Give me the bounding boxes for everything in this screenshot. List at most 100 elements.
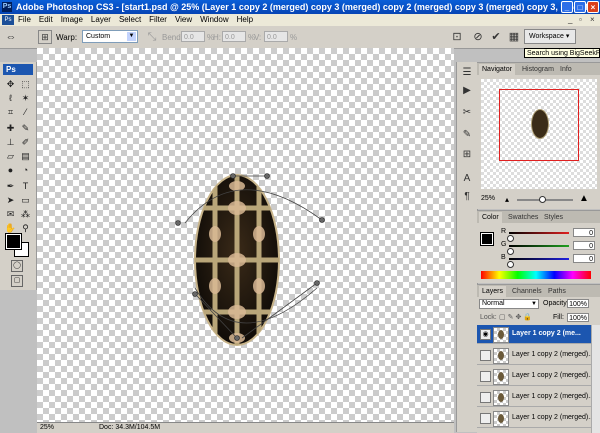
healing-brush-icon[interactable]: ✚ <box>4 122 17 134</box>
visibility-eye-icon[interactable] <box>480 350 491 361</box>
pen-tool-icon[interactable]: ✒ <box>4 180 17 192</box>
bridge-icon[interactable]: ▦ <box>507 30 521 44</box>
marquee-tool-icon[interactable]: ⬚ <box>19 78 32 90</box>
paragraph-icon[interactable]: ¶ <box>460 190 474 204</box>
tab-navigator[interactable]: Navigator <box>479 64 515 75</box>
close-button[interactable]: × <box>587 1 599 13</box>
eyedropper-tool-icon[interactable]: ⁂ <box>19 208 32 220</box>
visibility-eye-icon[interactable]: ◉ <box>480 329 491 340</box>
doc-minimize-icon[interactable]: _ <box>568 15 572 24</box>
tool-presets-icon[interactable]: ✂ <box>460 106 474 120</box>
layer-row[interactable]: ◉ Layer 1 copy 2 (me... <box>477 325 591 344</box>
document-canvas[interactable] <box>37 48 454 422</box>
layer-row[interactable]: Layer 1 copy 2 (merged)... <box>477 388 594 407</box>
opacity-field[interactable]: 100% <box>567 299 589 308</box>
dodge-tool-icon[interactable]: ◔ <box>19 164 32 176</box>
brush-tool-icon[interactable]: ✎ <box>19 122 32 134</box>
color-foreground-swatch[interactable] <box>480 232 494 246</box>
slice-tool-icon[interactable]: ⁄ <box>19 106 32 118</box>
character-icon[interactable]: A <box>460 172 474 186</box>
tab-channels[interactable]: Channels <box>509 286 545 297</box>
visibility-eye-icon[interactable] <box>480 392 491 403</box>
menu-filter[interactable]: Filter <box>149 15 167 24</box>
channel-slider-b[interactable] <box>509 258 569 260</box>
tab-styles[interactable]: Styles <box>541 212 566 223</box>
v-distortion-field[interactable]: 0.0 <box>264 31 288 42</box>
layer-row[interactable]: Layer 1 copy 2 (merged)... <box>477 346 594 365</box>
doc-restore-icon[interactable]: ▫ <box>579 15 582 24</box>
menu-file[interactable]: File <box>18 15 31 24</box>
warp-mode-icon[interactable]: ⊡ <box>450 30 464 44</box>
brushes-icon[interactable]: ✎ <box>460 128 474 142</box>
cancel-transform-icon[interactable]: ⊘ <box>471 30 485 44</box>
blur-tool-icon[interactable]: ● <box>4 164 17 176</box>
channel-value-g[interactable]: 0 <box>573 241 595 250</box>
notes-tool-icon[interactable]: ✉ <box>4 208 17 220</box>
maximize-button[interactable]: □ <box>574 1 586 13</box>
egg-artwork[interactable] <box>194 168 280 348</box>
tab-histogram[interactable]: Histogram <box>519 64 557 75</box>
channel-value-r[interactable]: 0 <box>573 228 595 237</box>
crop-tool-icon[interactable]: ⌗ <box>4 106 17 118</box>
doc-close-icon[interactable]: × <box>590 15 595 24</box>
menu-window[interactable]: Window <box>200 15 228 24</box>
menu-help[interactable]: Help <box>237 15 253 24</box>
menu-layer[interactable]: Layer <box>91 15 111 24</box>
channel-slider-g[interactable] <box>509 245 569 247</box>
navigator-thumbnail[interactable] <box>481 79 597 189</box>
history-brush-icon[interactable]: ✐ <box>19 136 32 148</box>
zoom-in-icon[interactable]: ▲ <box>579 193 589 204</box>
warp-orientation-icon[interactable]: ⤡ <box>145 30 159 44</box>
workspace-button[interactable]: Workspace ▾ <box>524 29 576 44</box>
clone-stamp-icon[interactable]: ⊥ <box>4 136 17 148</box>
h-distortion-field[interactable]: 0.0 <box>222 31 246 42</box>
navigator-zoom-knob[interactable] <box>539 196 546 203</box>
visibility-eye-icon[interactable] <box>480 371 491 382</box>
tab-swatches[interactable]: Swatches <box>505 212 541 223</box>
layers-scrollbar[interactable] <box>591 325 600 433</box>
move-tool-icon[interactable]: ✥ <box>4 78 17 90</box>
minimize-button[interactable]: _ <box>561 1 573 13</box>
tab-color[interactable]: Color <box>479 212 502 223</box>
fill-field[interactable]: 100% <box>567 313 589 322</box>
ps-menu-icon[interactable]: Ps <box>2 15 14 25</box>
channel-slider-r[interactable] <box>509 232 569 234</box>
transform-tool-icon[interactable]: ⇔ <box>4 30 18 44</box>
type-tool-icon[interactable]: T <box>19 180 32 192</box>
lasso-tool-icon[interactable]: ℓ <box>4 92 17 104</box>
zoom-tool-icon[interactable]: ⚲ <box>19 222 32 234</box>
clone-source-icon[interactable]: ⊞ <box>460 148 474 162</box>
warp-style-select[interactable]: Custom ▼ <box>82 30 138 43</box>
foreground-color-swatch[interactable] <box>5 233 22 250</box>
path-selection-icon[interactable]: ➤ <box>4 194 17 206</box>
tab-info[interactable]: Info <box>557 64 575 75</box>
menu-view[interactable]: View <box>175 15 192 24</box>
quick-mask-icon[interactable]: ◯ <box>11 260 23 272</box>
zoom-level[interactable]: 25% <box>40 424 54 431</box>
lock-icons[interactable]: ▢✎✥🔒 <box>499 313 534 321</box>
channel-value-b[interactable]: 0 <box>573 254 595 263</box>
hand-tool-icon[interactable]: ✋ <box>4 222 17 234</box>
visibility-eye-icon[interactable] <box>480 413 491 424</box>
menu-image[interactable]: Image <box>61 15 83 24</box>
menu-edit[interactable]: Edit <box>39 15 53 24</box>
channel-knob-b[interactable] <box>507 261 514 268</box>
tab-paths[interactable]: Paths <box>545 286 569 297</box>
gradient-tool-icon[interactable]: ▤ <box>19 150 32 162</box>
tab-layers[interactable]: Layers <box>479 286 507 297</box>
layer-row[interactable]: Layer 1 copy 2 (merged)... <box>477 409 594 428</box>
channel-knob-r[interactable] <box>507 235 514 242</box>
history-icon[interactable]: ☰ <box>460 66 474 80</box>
blend-mode-select[interactable]: Normal ▼ <box>479 299 539 309</box>
navigator-zoom-value[interactable]: 25% <box>481 195 495 202</box>
commit-transform-icon[interactable]: ✔ <box>489 30 503 44</box>
layer-row[interactable]: Layer 1 copy 2 (merged)... <box>477 367 594 386</box>
menu-select[interactable]: Select <box>119 15 141 24</box>
eraser-tool-icon[interactable]: ▱ <box>4 150 17 162</box>
screen-mode-icon[interactable]: ▢ <box>11 275 23 287</box>
reference-point-icon[interactable]: ⊞ <box>38 30 52 44</box>
magic-wand-tool-icon[interactable]: ✶ <box>19 92 32 104</box>
zoom-out-icon[interactable]: ▴ <box>505 195 509 204</box>
color-spectrum-bar[interactable] <box>481 271 591 279</box>
channel-knob-g[interactable] <box>507 248 514 255</box>
